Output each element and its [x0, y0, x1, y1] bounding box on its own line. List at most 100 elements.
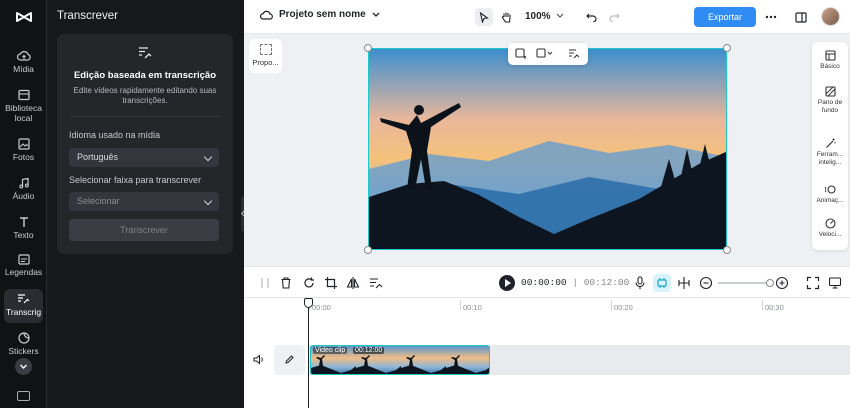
tool-label: Veloci... [818, 231, 842, 238]
zoom-level[interactable]: 100% [525, 11, 564, 22]
track-control[interactable] [274, 345, 305, 375]
transcript-icon[interactable] [568, 48, 580, 60]
track-placeholder: Selecionar [77, 196, 120, 206]
flip-icon[interactable] [346, 276, 360, 290]
slider-knob[interactable] [766, 279, 774, 287]
sidebar-item-local-library[interactable]: Biblioteca local [4, 89, 43, 123]
ruler-tick [611, 300, 612, 310]
more-tools-button[interactable] [15, 358, 32, 375]
monitor-icon[interactable] [828, 276, 842, 290]
sidebar-item-media[interactable]: Mídia [4, 50, 43, 74]
chevron-down-icon [203, 152, 213, 162]
sidebar-item-label: Transcrig [5, 307, 42, 317]
microphone-icon[interactable] [633, 276, 647, 290]
edit-pencil-icon [285, 355, 294, 364]
current-time: 00:00:00 [521, 277, 567, 288]
rotate-icon[interactable] [302, 276, 316, 290]
transcribe-button[interactable]: Transcrever [69, 219, 219, 241]
playhead-handle[interactable] [304, 298, 313, 308]
tool-speed[interactable]: Veloci... [812, 218, 848, 239]
language-select[interactable]: Português [69, 148, 219, 167]
preview-stage: Propo... Básico Pano de fundo Ferram... … [244, 34, 850, 266]
proportion-button[interactable]: Propo... [249, 39, 282, 73]
sidebar-item-photos[interactable]: Fotos [4, 138, 43, 162]
crop-add-icon[interactable] [515, 48, 527, 60]
sidebar-item-label: Texto [13, 230, 34, 240]
sidebar-item-label: Mídia [13, 64, 34, 74]
sticker-icon [17, 332, 30, 344]
sidebar-item-stickers[interactable]: Stickers [4, 332, 43, 356]
timecode: 00:00:00 | 00:12:00 [521, 277, 630, 288]
zoom-in-icon[interactable] [775, 276, 789, 290]
layout-toggle-button[interactable] [792, 8, 810, 26]
clip-duration: 00:12:00 [353, 347, 385, 354]
redo-button[interactable] [605, 8, 623, 26]
cloud-icon [260, 10, 273, 20]
delete-icon[interactable] [279, 276, 293, 290]
resize-handle-bottom-right[interactable] [723, 246, 731, 254]
sidebar-item-label: Áudio [12, 191, 35, 201]
sidebar-item-transcript[interactable]: Transcrig [4, 289, 43, 323]
tool-smart-tools[interactable]: Ferram... intelig... [812, 138, 848, 166]
split-screen-icon[interactable] [677, 276, 691, 290]
tool-animation[interactable]: Animaç... [812, 184, 848, 205]
sidebar-item-label: Biblioteca local [5, 103, 42, 123]
tool-basic[interactable]: Básico [812, 50, 848, 71]
split-icon[interactable] [258, 276, 272, 290]
timeline-toolbar: 00:00:00 | 00:12:00 [244, 266, 850, 298]
resize-handle-top-right[interactable] [723, 44, 731, 52]
proportion-label: Propo... [252, 58, 279, 67]
canvas-quick-toolbar [508, 43, 588, 65]
magnet-icon [657, 278, 667, 288]
video-frame-image [369, 49, 726, 249]
chevron-down-icon [203, 196, 213, 206]
timeline-zoom-slider[interactable] [718, 279, 774, 287]
card-description: Edite vídeos rapidamente editando suas t… [73, 86, 217, 105]
zoom-value: 100% [525, 11, 551, 22]
more-options-button[interactable] [762, 8, 780, 26]
hand-icon [501, 12, 511, 23]
keyboard-icon[interactable] [17, 391, 30, 401]
app-window: Mídia Biblioteca local Fotos Áudio Texto… [0, 0, 850, 408]
export-button[interactable]: Exportar [694, 7, 756, 27]
resize-handle-bottom-left[interactable] [364, 246, 372, 254]
crop-icon[interactable] [324, 276, 338, 290]
project-name: Projeto sem nome [279, 9, 366, 20]
undo-button[interactable] [582, 8, 600, 26]
speaker-icon[interactable] [253, 354, 265, 365]
sidebar-item-audio[interactable]: Áudio [4, 177, 43, 201]
redo-icon [608, 13, 620, 22]
auto-snap-toggle[interactable] [653, 274, 671, 292]
sidebar-item-text[interactable]: Texto [4, 216, 43, 240]
sidebar-item-label: Stickers [8, 346, 39, 356]
resize-handle-top-left[interactable] [364, 44, 372, 52]
undo-icon [585, 13, 597, 22]
timeline[interactable]: 00:00 00:10 00:20 00:30 Video clip 00:12… [244, 298, 850, 408]
video-canvas[interactable] [368, 48, 727, 250]
ruler-label: 00:00 [312, 303, 331, 312]
property-toolbar: Básico Pano de fundo Ferram... intelig..… [812, 42, 848, 250]
track-select[interactable]: Selecionar [69, 192, 219, 211]
play-button[interactable] [499, 275, 515, 291]
user-avatar[interactable] [821, 7, 840, 26]
ruler-label: 00:20 [614, 303, 633, 312]
playhead-line [308, 298, 309, 408]
select-tool[interactable] [475, 8, 493, 26]
language-value: Português [77, 152, 119, 162]
left-rail: Mídia Biblioteca local Fotos Áudio Texto… [0, 0, 47, 408]
replace-icon[interactable] [536, 48, 554, 60]
fullscreen-icon[interactable] [806, 276, 820, 290]
sidebar-item-captions[interactable]: Legendas [4, 254, 43, 277]
panel-title: Transcrever [57, 10, 118, 22]
speed-icon [824, 218, 836, 229]
project-menu[interactable]: Projeto sem nome [260, 9, 380, 20]
video-clip[interactable]: Video clip 00:12:00 [310, 345, 490, 375]
captions-icon [17, 254, 30, 265]
tool-label: Pano de fundo [817, 99, 843, 114]
tool-background[interactable]: Pano de fundo [812, 86, 848, 114]
hand-tool[interactable] [497, 8, 515, 26]
top-bar: Projeto sem nome 100% Exportar [244, 0, 850, 34]
music-icon [18, 177, 29, 189]
zoom-out-icon[interactable] [699, 276, 713, 290]
transcript-icon[interactable] [369, 276, 383, 290]
